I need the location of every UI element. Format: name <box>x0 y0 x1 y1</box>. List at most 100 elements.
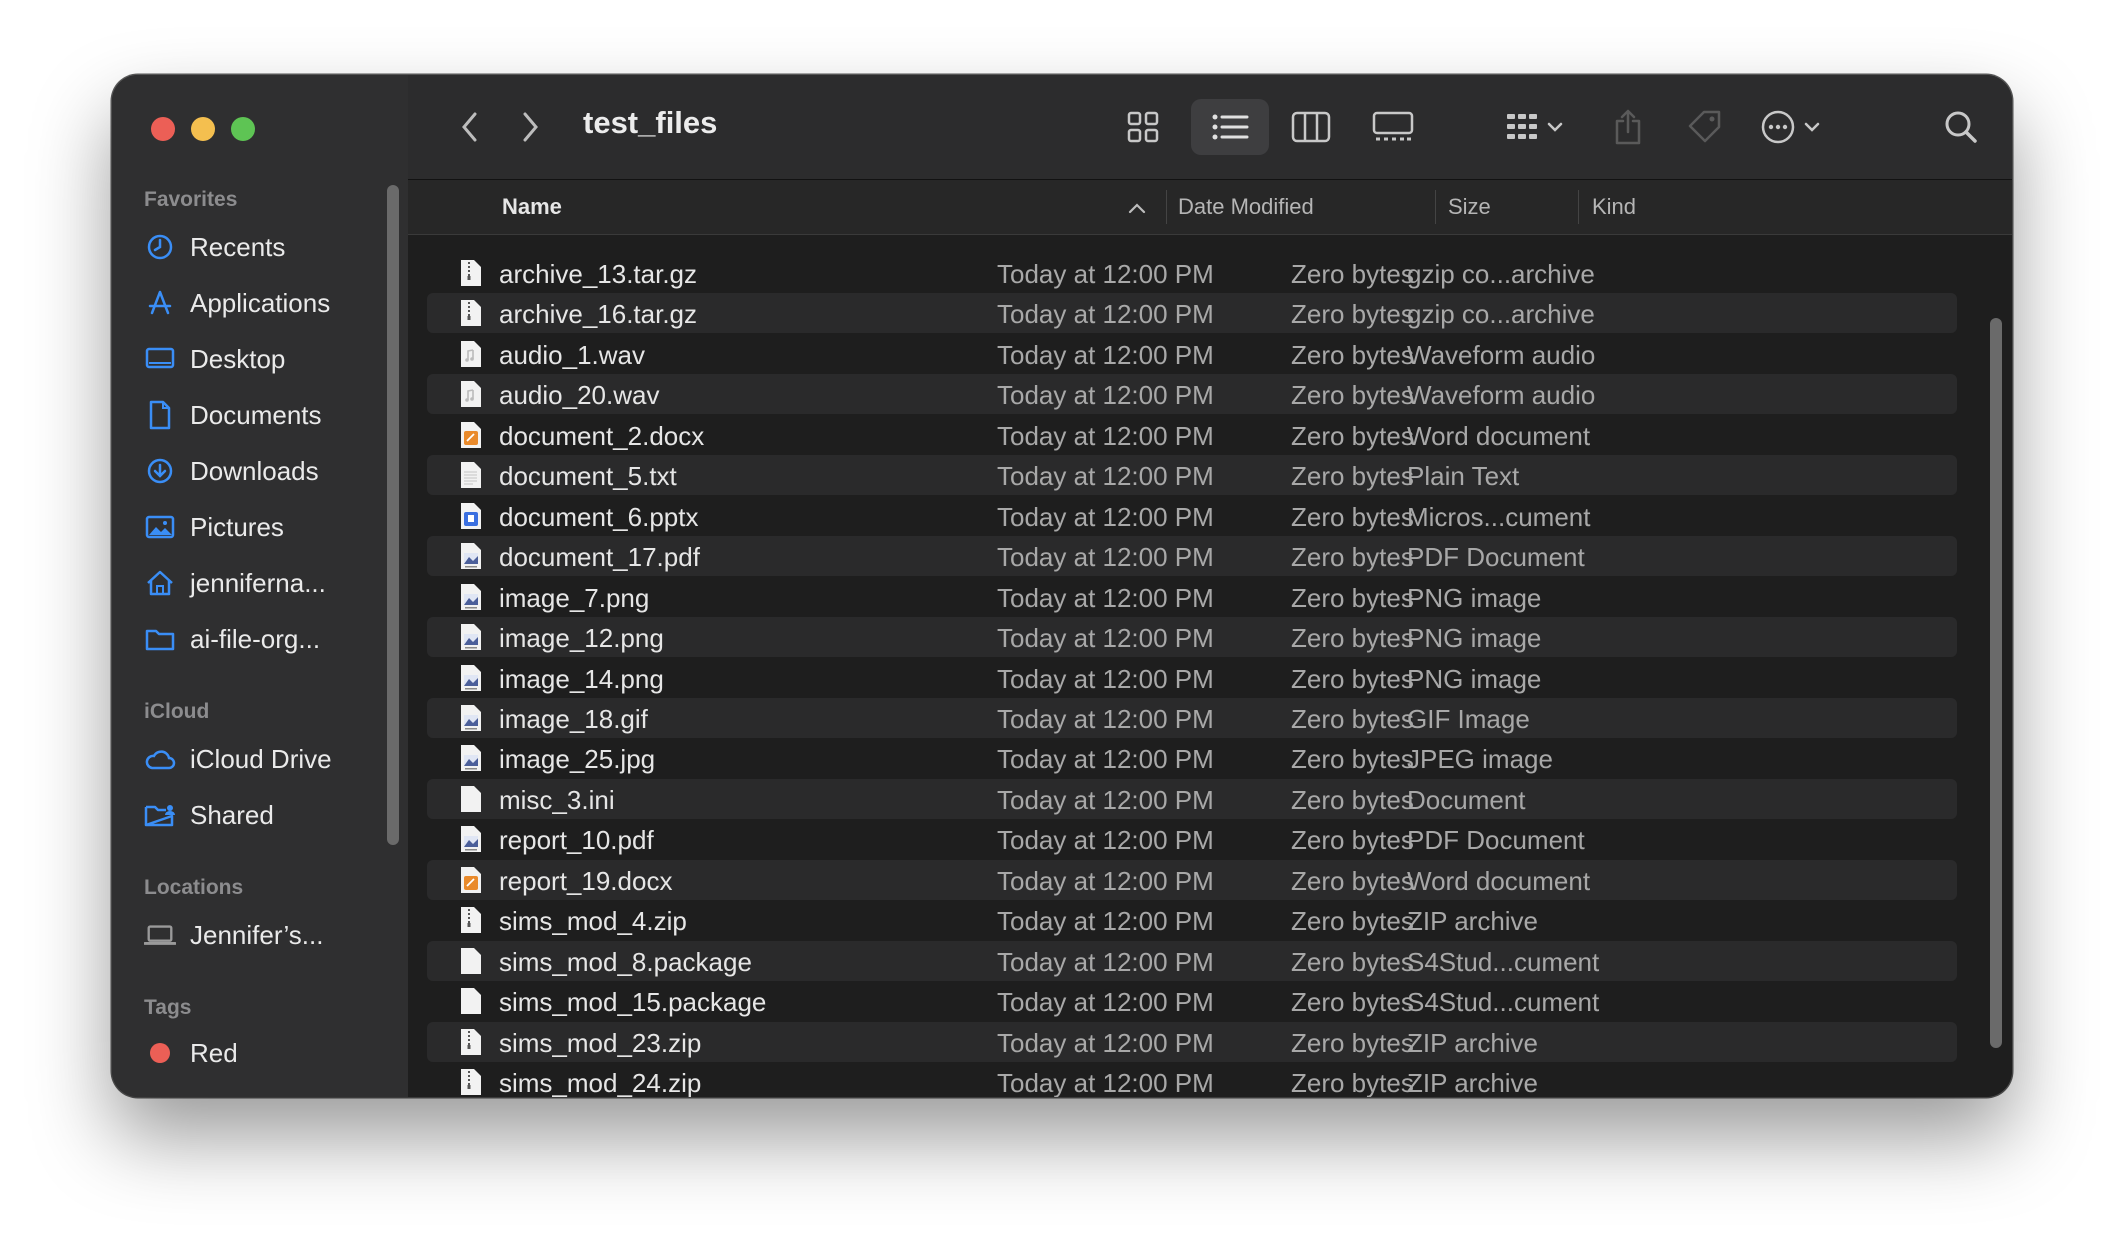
column-name[interactable]: Name <box>502 194 562 220</box>
file-date: Today at 12:00 PM <box>997 420 1214 451</box>
column-size[interactable]: Size <box>1448 194 1491 220</box>
file-row[interactable]: image_7.png Today at 12:00 PM Zero bytes PN… <box>427 577 1957 617</box>
sidebar-item-home[interactable]: jenniferna... <box>144 561 326 605</box>
file-kind: S4Stud...cument <box>1407 946 1600 977</box>
file-row[interactable]: audio_1.wav Today at 12:00 PM Zero bytes Wa… <box>427 334 1957 374</box>
list-view-button[interactable] <box>1191 99 1269 155</box>
file-row[interactable]: document_2.docx Today at 12:00 PM Zero byt… <box>427 415 1957 455</box>
file-row[interactable]: image_18.gif Today at 12:00 PM Zero bytes G… <box>427 697 1957 738</box>
file-name: misc_3.ini <box>499 784 615 815</box>
column-view-button[interactable] <box>1281 99 1341 155</box>
file-name: document_6.pptx <box>499 501 699 532</box>
sidebar-item-documents[interactable]: Documents <box>144 393 322 437</box>
tag-dot-icon <box>144 1037 176 1069</box>
share-icon <box>1615 109 1641 145</box>
sidebar-item-applications[interactable]: Applications <box>144 281 330 325</box>
laptop-icon <box>144 919 176 951</box>
sidebar-item-label: Applications <box>190 287 331 318</box>
sidebar-item-label: Pictures <box>190 511 284 542</box>
sidebar-item-jennifers-mac[interactable]: Jennifer’s... <box>144 913 323 957</box>
file-kind: PNG image <box>1407 663 1542 694</box>
file-kind: PNG image <box>1407 623 1542 654</box>
file-row[interactable]: document_6.pptx Today at 12:00 PM Zero byt… <box>427 496 1957 536</box>
tag-icon <box>1688 110 1721 143</box>
sidebar-item-downloads[interactable]: Downloads <box>144 449 319 493</box>
file-kind: Document <box>1407 784 1526 815</box>
share-button[interactable] <box>1603 99 1653 155</box>
file-row[interactable]: sims_mod_4.zip Today at 12:00 PM Zero byte… <box>427 900 1957 940</box>
file-name: sims_mod_8.package <box>499 946 752 977</box>
gallery-icon <box>1372 111 1414 141</box>
document-icon <box>144 399 176 431</box>
minimize-window-button[interactable] <box>191 117 215 141</box>
action-button[interactable] <box>1753 99 1833 155</box>
file-row[interactable]: report_10.pdf Today at 12:00 PM Zero bytes… <box>427 819 1957 859</box>
file-row[interactable]: sims_mod_23.zip Today at 12:00 PM Zero byt… <box>427 1021 1957 1062</box>
file-size: Zero bytes <box>1291 946 1414 977</box>
file-list-scrollbar[interactable] <box>1990 318 2002 1048</box>
sidebar-item-label: Desktop <box>190 343 286 374</box>
file-name: report_10.pdf <box>499 825 654 856</box>
file-date: Today at 12:00 PM <box>997 865 1214 896</box>
sidebar-item-pictures[interactable]: Pictures <box>144 505 284 549</box>
file-date: Today at 12:00 PM <box>997 259 1214 289</box>
image-file-icon <box>460 542 482 570</box>
file-row[interactable]: misc_3.ini Today at 12:00 PM Zero bytes Doc… <box>427 778 1957 819</box>
file-row[interactable]: report_19.docx Today at 12:00 PM Zero byte… <box>427 859 1957 900</box>
close-window-button[interactable] <box>151 117 175 141</box>
tags-button[interactable] <box>1680 99 1730 155</box>
finder-window: Favorites Recents Applications Desktop D… <box>112 75 2012 1097</box>
file-row[interactable]: image_12.png Today at 12:00 PM Zero bytes P… <box>427 617 1957 658</box>
sidebar-item-recents[interactable]: Recents <box>144 225 285 269</box>
file-size: Zero bytes <box>1291 461 1414 492</box>
file-kind: GIF Image <box>1407 703 1530 734</box>
file-kind: Word document <box>1407 865 1591 896</box>
gallery-view-button[interactable] <box>1363 99 1423 155</box>
file-name: audio_20.wav <box>499 380 660 411</box>
file-row[interactable]: archive_13.tar.gz Today at 12:00 PM Zero b… <box>427 253 1957 293</box>
file-size: Zero bytes <box>1291 784 1414 815</box>
file-size: Zero bytes <box>1291 380 1414 411</box>
toolbar: test_files <box>408 75 2012 180</box>
file-kind: Waveform audio <box>1407 380 1596 411</box>
file-name: document_5.txt <box>499 461 677 492</box>
audio-file-icon <box>460 380 482 408</box>
file-date: Today at 12:00 PM <box>997 582 1214 613</box>
image-file-icon <box>460 744 482 772</box>
column-date-modified[interactable]: Date Modified <box>1178 194 1314 220</box>
file-row[interactable]: sims_mod_24.zip Today at 12:00 PM Zero byt… <box>427 1062 1957 1097</box>
file-size: Zero bytes <box>1291 987 1414 1018</box>
back-button[interactable] <box>448 99 492 155</box>
clock-icon <box>144 231 176 263</box>
file-row[interactable]: sims_mod_8.package Today at 12:00 PM Zero … <box>427 940 1957 981</box>
sidebar-item-tag-red[interactable]: Red <box>144 1031 238 1075</box>
file-row[interactable]: document_17.pdf Today at 12:00 PM Zero byt… <box>427 536 1957 577</box>
file-kind: JPEG image <box>1407 744 1553 775</box>
zoom-window-button[interactable] <box>231 117 255 141</box>
forward-button[interactable] <box>508 99 552 155</box>
file-kind: Word document <box>1407 420 1591 451</box>
archive-file-icon <box>460 1068 482 1096</box>
sidebar-item-icloud-drive[interactable]: iCloud Drive <box>144 737 332 781</box>
sidebar-item-ai-file-org[interactable]: ai-file-org... <box>144 617 320 661</box>
search-button[interactable] <box>1936 99 1986 155</box>
file-row[interactable]: audio_20.wav Today at 12:00 PM Zero bytes W… <box>427 374 1957 415</box>
file-row[interactable]: document_5.txt Today at 12:00 PM Zero byte… <box>427 455 1957 496</box>
file-row[interactable]: archive_16.tar.gz Today at 12:00 PM Zero b… <box>427 293 1957 334</box>
file-row[interactable]: sims_mod_15.package Today at 12:00 PM Zero… <box>427 981 1957 1021</box>
file-kind: gzip co...archive <box>1407 299 1595 330</box>
column-kind[interactable]: Kind <box>1592 194 1636 220</box>
file-row[interactable]: image_14.png Today at 12:00 PM Zero bytes P… <box>427 658 1957 698</box>
grid-icon <box>1127 111 1159 143</box>
sidebar-item-shared[interactable]: Shared <box>144 793 274 837</box>
sidebar-scrollbar[interactable] <box>387 185 399 845</box>
image-file-icon <box>460 664 482 692</box>
icon-view-button[interactable] <box>1113 99 1173 155</box>
group-button[interactable] <box>1496 99 1576 155</box>
applications-icon <box>144 287 176 319</box>
file-date: Today at 12:00 PM <box>997 987 1214 1018</box>
file-name: image_14.png <box>499 663 664 694</box>
file-size: Zero bytes <box>1291 542 1414 573</box>
sidebar-item-desktop[interactable]: Desktop <box>144 337 285 381</box>
file-row[interactable]: image_25.jpg Today at 12:00 PM Zero bytes J… <box>427 738 1957 778</box>
